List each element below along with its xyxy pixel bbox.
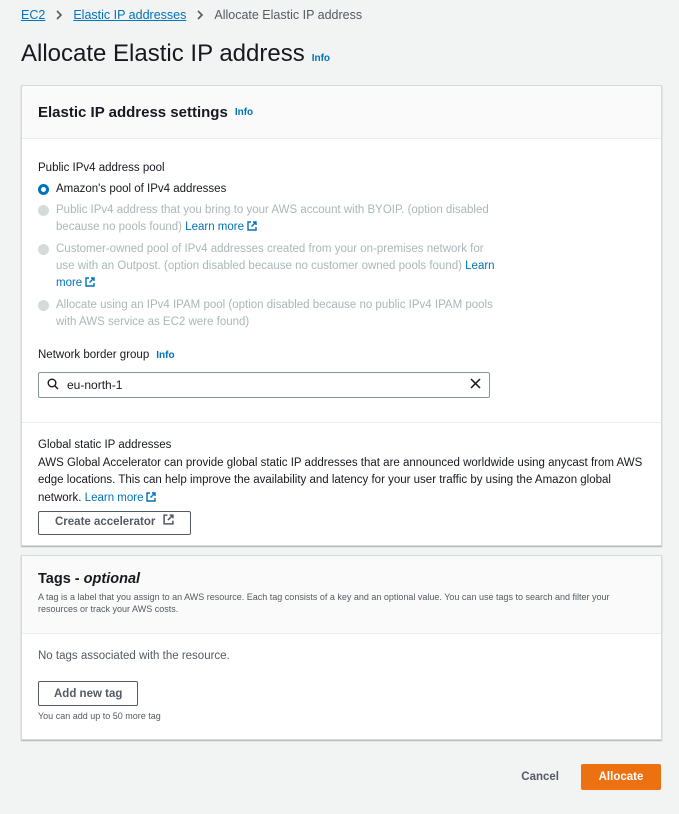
radio-ipam-label: Allocate using an IPv4 IPAM pool (option… — [56, 299, 493, 328]
breadcrumb-current: Allocate Elastic IP address — [214, 8, 363, 22]
border-group-label: Network border group — [38, 349, 150, 361]
radio-disabled-icon — [38, 205, 49, 216]
radio-byoip-label: Public IPv4 address that you bring to yo… — [56, 204, 489, 233]
external-link-icon — [146, 491, 157, 509]
border-group-value: eu-north-1 — [67, 378, 123, 392]
border-group-label-row: Network border group Info — [38, 349, 645, 361]
tags-title: Tags - optional — [38, 571, 141, 587]
no-tags-text: No tags associated with the resource. — [38, 650, 230, 662]
external-link-icon — [85, 276, 95, 293]
border-group-info-link[interactable]: Info — [156, 350, 174, 361]
byoip-learn-more-link[interactable]: Learn more — [185, 221, 257, 233]
external-link-icon — [247, 220, 257, 237]
chevron-right-icon — [196, 10, 204, 20]
radio-amazon-label: Amazon's pool of IPv4 addresses — [56, 183, 227, 195]
radio-selected-icon[interactable] — [38, 184, 49, 195]
radio-amazon-pool[interactable]: Amazon's pool of IPv4 addresses — [38, 181, 645, 198]
external-link-icon — [163, 514, 175, 532]
radio-customer-owned: Customer-owned pool of IPv4 addresses cr… — [38, 241, 498, 293]
global-static-title: Global static IP addresses — [38, 439, 172, 451]
search-icon — [47, 378, 59, 393]
create-accelerator-button[interactable]: Create accelerator — [38, 511, 192, 535]
settings-title: Elastic IP address settings — [38, 103, 228, 121]
page-heading: Allocate Elastic IP address — [21, 40, 305, 67]
radio-disabled-icon — [38, 300, 49, 311]
tags-description: A tag is a label that you assign to an A… — [38, 592, 610, 614]
divider — [22, 422, 661, 423]
pool-label: Public IPv4 address pool — [38, 162, 165, 174]
settings-header: Elastic IP address settings Info — [22, 86, 661, 139]
breadcrumb-elastic-ips[interactable]: Elastic IP addresses — [73, 8, 186, 22]
radio-disabled-icon — [38, 244, 49, 255]
clear-icon[interactable] — [470, 378, 481, 392]
border-group-select[interactable]: eu-north-1 — [38, 372, 490, 398]
tag-limit-text: You can add up to 50 more tag — [38, 711, 161, 721]
radio-byoip: Public IPv4 address that you bring to yo… — [38, 202, 498, 237]
radio-customer-label: Customer-owned pool of IPv4 addresses cr… — [56, 243, 484, 272]
tags-header: Tags - optional A tag is a label that yo… — [22, 556, 661, 634]
add-new-tag-button[interactable]: Add new tag — [38, 681, 139, 706]
settings-card: Elastic IP address settings Info Public … — [21, 85, 662, 546]
breadcrumb: EC2 Elastic IP addresses Allocate Elasti… — [21, 8, 362, 22]
global-learn-more-link[interactable]: Learn more — [85, 492, 157, 504]
page-title: Allocate Elastic IP address Info — [21, 40, 330, 68]
radio-ipam: Allocate using an IPv4 IPAM pool (option… — [38, 297, 498, 331]
chevron-right-icon — [55, 10, 63, 20]
allocate-button[interactable]: Allocate — [581, 764, 661, 790]
tags-card: Tags - optional A tag is a label that yo… — [21, 555, 662, 740]
global-static-section: Global static IP addresses AWS Global Ac… — [38, 437, 643, 535]
page-info-link[interactable]: Info — [312, 53, 330, 64]
breadcrumb-ec2[interactable]: EC2 — [21, 8, 45, 22]
form-actions: Cancel Allocate — [521, 764, 661, 790]
cancel-button[interactable]: Cancel — [521, 771, 559, 783]
settings-info-link[interactable]: Info — [235, 107, 253, 118]
